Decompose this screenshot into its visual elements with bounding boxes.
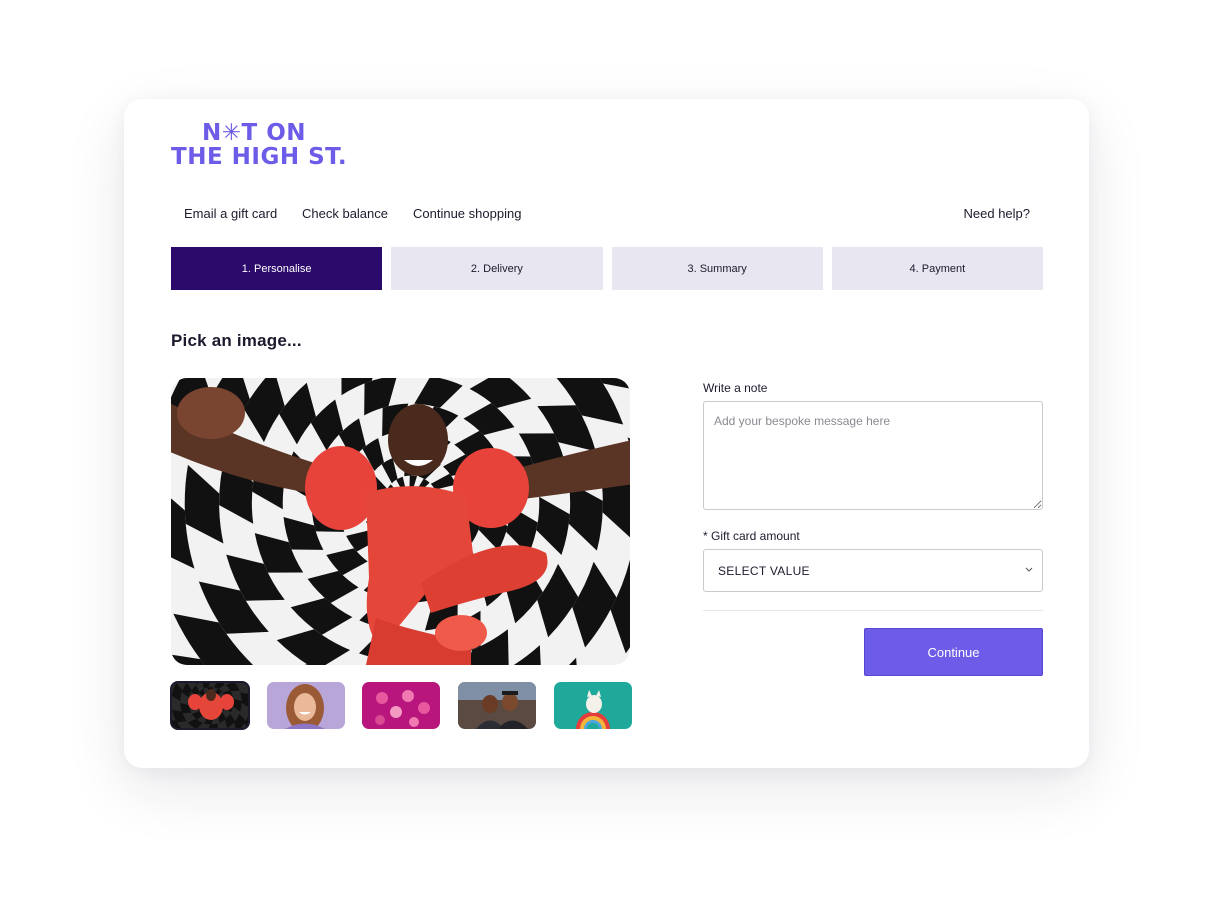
- step-payment[interactable]: 4. Payment: [831, 247, 1043, 290]
- thumbnail-smiley-badges[interactable]: [362, 682, 440, 729]
- spiral-dancer-image: [171, 378, 630, 665]
- check-balance-link[interactable]: Check balance: [302, 206, 388, 221]
- step-personalise[interactable]: 1. Personalise: [171, 247, 383, 290]
- need-help-link[interactable]: Need help?: [964, 206, 1031, 221]
- note-textarea[interactable]: [703, 401, 1043, 510]
- graduation-thumb-image: [458, 682, 536, 729]
- logo-line-1: N✳T ON: [202, 120, 307, 146]
- brand-logo[interactable]: N✳T ON THE HIGH ST.: [171, 121, 347, 169]
- image-picker-title: Pick an image...: [171, 331, 302, 350]
- continue-shopping-link[interactable]: Continue shopping: [413, 206, 521, 221]
- note-label: Write a note: [703, 381, 768, 395]
- logo-line-2: THE HIGH ST.: [171, 144, 348, 170]
- spiral-thumb-image: [171, 682, 249, 729]
- top-navigation: Email a gift card Check balance Continue…: [184, 206, 1030, 224]
- email-gift-card-link[interactable]: Email a gift card: [184, 206, 277, 221]
- selected-card-image: [171, 378, 630, 665]
- step-delivery[interactable]: 2. Delivery: [391, 247, 603, 290]
- gift-card-panel: N✳T ON THE HIGH ST. Email a gift card Ch…: [124, 99, 1089, 768]
- thumbnail-cat-rainbow[interactable]: [554, 682, 632, 729]
- continue-button[interactable]: Continue: [864, 628, 1043, 676]
- thumbnail-spiral-dancer[interactable]: [170, 681, 250, 730]
- chevron-down-icon: [1025, 567, 1033, 572]
- thumbnail-smiling-woman[interactable]: [267, 682, 345, 729]
- gift-amount-label: * Gift card amount: [703, 529, 800, 543]
- thumbnail-graduation[interactable]: [458, 682, 536, 729]
- gift-amount-value: SELECT VALUE: [718, 563, 810, 578]
- step-summary[interactable]: 3. Summary: [611, 247, 823, 290]
- checkout-steps: 1. Personalise 2. Delivery 3. Summary 4.…: [171, 247, 1043, 290]
- gift-amount-select[interactable]: SELECT VALUE: [703, 549, 1043, 592]
- cat-rainbow-thumb-image: [554, 682, 632, 729]
- form-divider: [703, 610, 1043, 611]
- smiley-badges-thumb-image: [362, 682, 440, 729]
- smiling-woman-thumb-image: [267, 682, 345, 729]
- image-thumbnails: [170, 681, 633, 730]
